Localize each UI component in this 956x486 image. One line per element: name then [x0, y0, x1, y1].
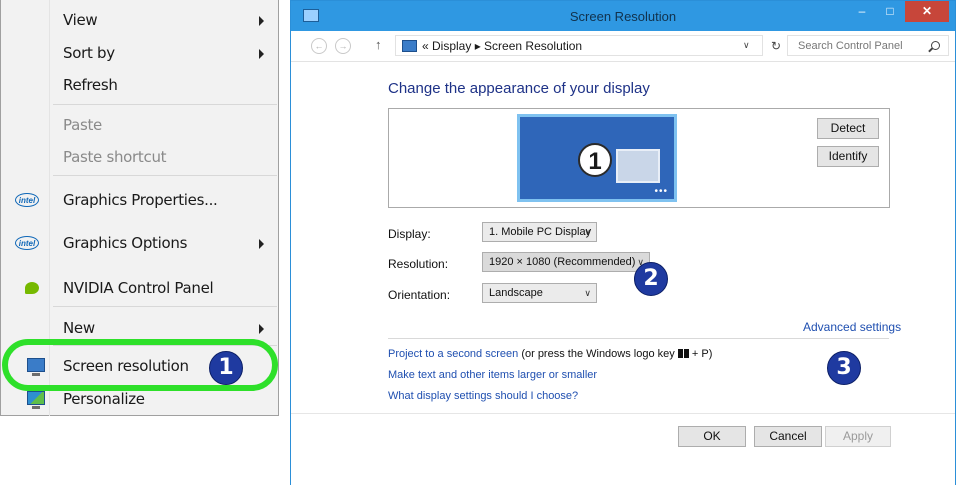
menu-item-refresh[interactable]: Refresh	[1, 70, 278, 100]
title-bar[interactable]: Screen Resolution – □ ✕	[291, 1, 955, 31]
resolution-select[interactable]: 1920 × 1080 (Recommended) ∨	[482, 252, 650, 272]
apply-button[interactable]: Apply	[825, 426, 891, 447]
search-placeholder: Search Control Panel	[798, 40, 903, 52]
menu-item-label: Refresh	[63, 76, 118, 94]
menu-item-view[interactable]: View	[1, 5, 278, 35]
menu-item-paste[interactable]: Paste	[1, 110, 278, 140]
menu-item-label: NVIDIA Control Panel	[63, 279, 214, 297]
menu-item-sort-by[interactable]: Sort by	[1, 38, 278, 68]
identify-button[interactable]: Identify	[817, 146, 879, 167]
menu-item-label: Sort by	[63, 44, 115, 62]
menu-separator	[53, 104, 277, 105]
address-toolbar: ← → ↑ « Display ▸ Screen Resolution ∨ ↻ …	[291, 31, 955, 62]
callout-badge-2: 2	[634, 262, 668, 296]
back-button[interactable]: ←	[311, 38, 327, 54]
menu-item-label: View	[63, 11, 98, 29]
submenu-arrow-icon	[259, 49, 264, 59]
advanced-settings-link[interactable]: Advanced settings	[803, 320, 901, 334]
orientation-select[interactable]: Landscape ∨	[482, 283, 597, 303]
display-label: Display:	[388, 227, 431, 241]
windows-key-hint-suffix: + P)	[691, 348, 713, 360]
windows-key-hint: (or press the Windows logo key	[521, 348, 675, 360]
menu-item-label: Graphics Options	[63, 234, 188, 252]
breadcrumb: « Display ▸ Screen Resolution	[422, 39, 583, 53]
dialog-footer: OK Cancel Apply	[291, 414, 955, 486]
forward-button[interactable]: →	[335, 38, 351, 54]
up-button[interactable]: ↑	[375, 37, 382, 52]
search-input[interactable]: Search Control Panel	[787, 35, 949, 56]
monitor-dots: •••	[654, 186, 668, 197]
menu-separator	[53, 306, 277, 307]
close-button[interactable]: ✕	[905, 1, 949, 22]
chevron-down-icon: ∨	[584, 227, 591, 237]
chevron-down-icon: ∨	[584, 288, 591, 298]
detect-button[interactable]: Detect	[817, 118, 879, 139]
menu-item-graphics-options[interactable]: intel Graphics Options	[1, 228, 278, 258]
callout-badge-1: 1	[209, 351, 243, 385]
menu-separator	[53, 175, 277, 176]
control-panel-icon	[402, 40, 417, 52]
nvidia-icon	[25, 282, 39, 294]
minimize-button[interactable]: –	[849, 1, 875, 22]
section-divider	[388, 338, 889, 339]
orientation-select-value: Landscape	[489, 287, 543, 299]
address-bar[interactable]: « Display ▸ Screen Resolution	[395, 35, 763, 56]
start-screen-tiles-icon	[616, 149, 660, 183]
resolution-label: Resolution:	[388, 257, 449, 271]
project-second-screen-row: Project to a second screen (or press the…	[388, 348, 712, 360]
menu-item-label: Paste	[63, 116, 102, 134]
windows-logo-icon	[677, 349, 689, 358]
intel-icon: intel	[15, 193, 39, 207]
submenu-arrow-icon	[259, 324, 264, 334]
display-select-value: 1. Mobile PC Display	[489, 226, 592, 238]
menu-item-label: Personalize	[63, 390, 145, 408]
callout-badge-3: 3	[827, 351, 861, 385]
maximize-button[interactable]: □	[877, 1, 903, 22]
submenu-arrow-icon	[259, 239, 264, 249]
orientation-label: Orientation:	[388, 288, 451, 302]
submenu-arrow-icon	[259, 16, 264, 26]
address-dropdown-button[interactable]: ∨	[743, 40, 750, 51]
menu-item-label: Paste shortcut	[63, 148, 167, 166]
ok-button[interactable]: OK	[678, 426, 746, 447]
menu-item-nvidia-control-panel[interactable]: NVIDIA Control Panel	[1, 273, 278, 303]
refresh-button[interactable]: ↻	[771, 39, 781, 53]
display-help-link[interactable]: What display settings should I choose?	[388, 390, 578, 402]
page-title: Change the appearance of your display	[388, 80, 650, 97]
cancel-button[interactable]: Cancel	[754, 426, 822, 447]
search-icon[interactable]	[931, 41, 940, 50]
menu-item-label: New	[63, 319, 95, 337]
project-second-screen-link[interactable]: Project to a second screen	[388, 348, 518, 360]
menu-item-label: Graphics Properties...	[63, 191, 218, 209]
menu-item-paste-shortcut[interactable]: Paste shortcut	[1, 142, 278, 172]
display-monitor-thumbnail[interactable]: 1 •••	[517, 114, 677, 202]
display-select[interactable]: 1. Mobile PC Display ∨	[482, 222, 597, 242]
personalize-icon	[27, 391, 45, 409]
menu-item-graphics-properties[interactable]: intel Graphics Properties...	[1, 185, 278, 215]
intel-icon: intel	[15, 236, 39, 250]
text-size-link[interactable]: Make text and other items larger or smal…	[388, 369, 597, 381]
resolution-select-value: 1920 × 1080 (Recommended)	[489, 256, 636, 268]
screen-resolution-window: Screen Resolution – □ ✕ ← → ↑ « Display …	[290, 0, 956, 486]
display-number-badge: 1	[578, 143, 612, 177]
